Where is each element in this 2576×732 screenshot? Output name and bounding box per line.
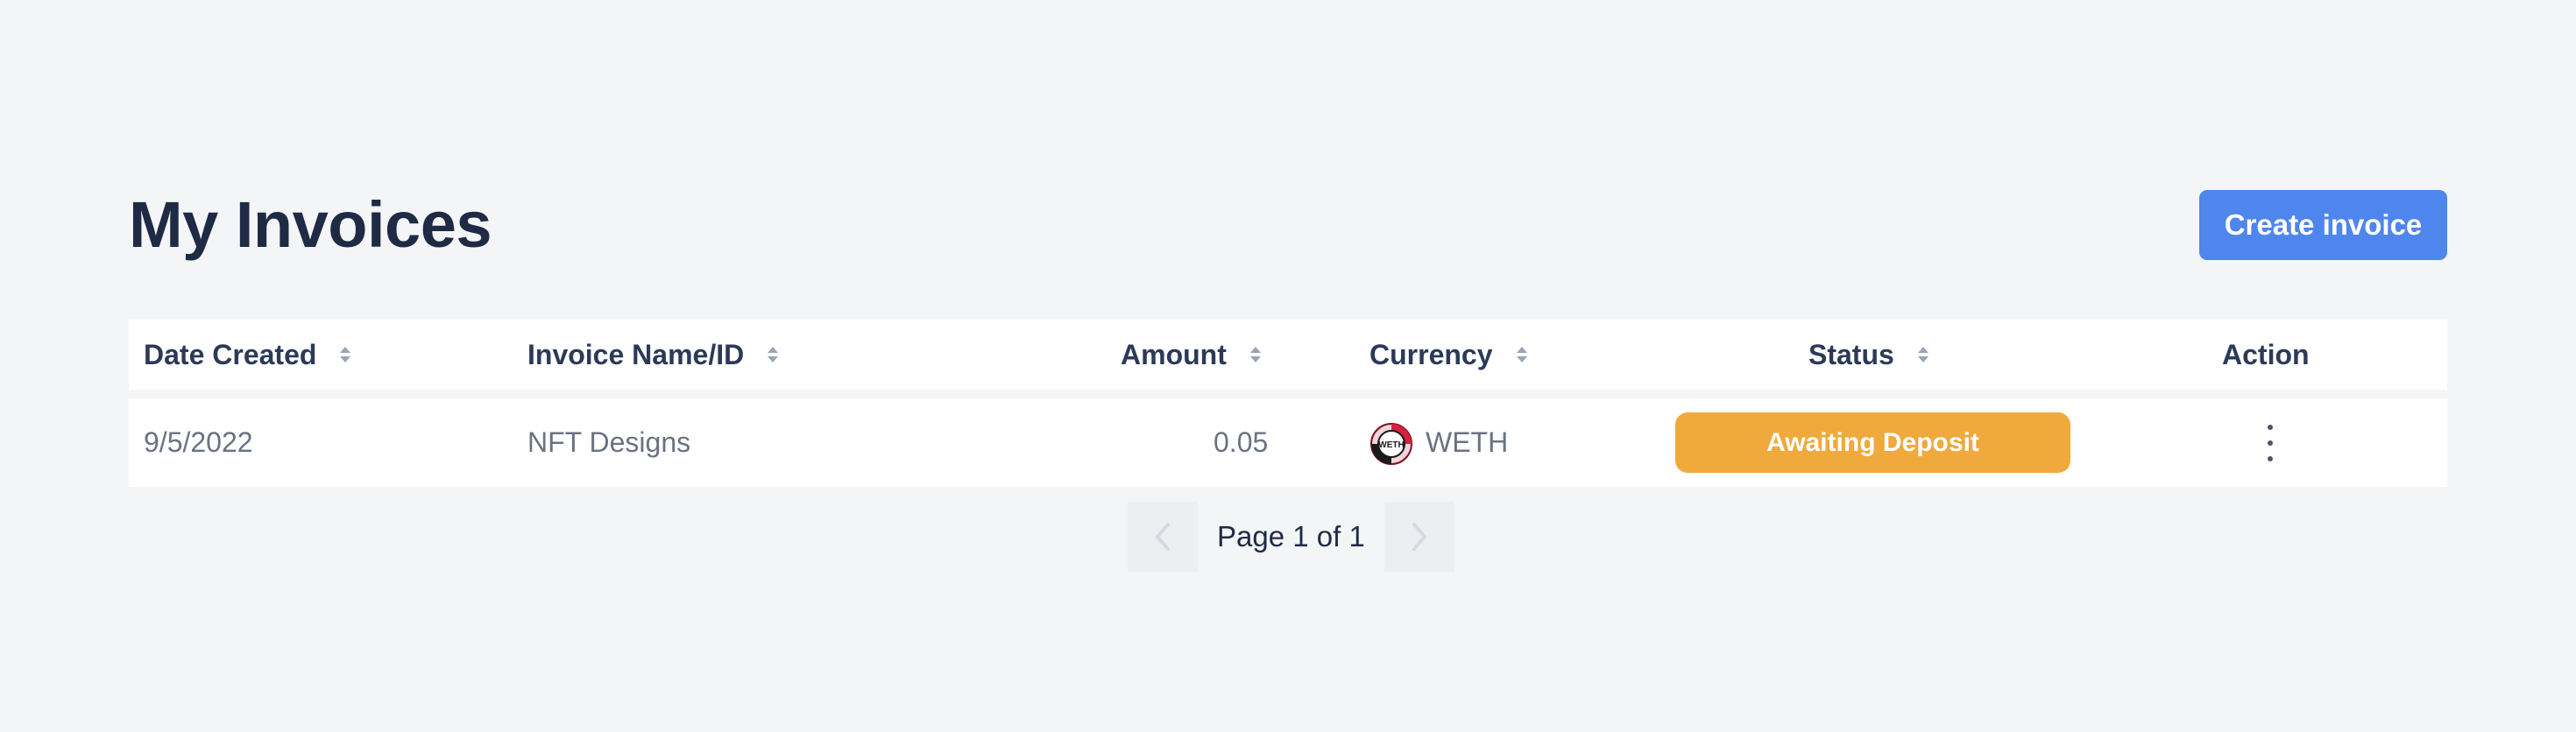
cell-date: 9/5/2022: [144, 426, 253, 458]
sort-icon[interactable]: [1516, 345, 1528, 364]
page-header: My Invoices Create invoice: [129, 188, 2447, 261]
chevron-left-icon: [1156, 523, 1170, 551]
column-label: Action: [2222, 339, 2310, 370]
column-currency[interactable]: Currency: [1369, 320, 1528, 390]
column-label: Amount: [1121, 339, 1227, 370]
column-action: Action: [2222, 320, 2310, 390]
page-title: My Invoices: [129, 188, 492, 261]
page-indicator: Page 1 of 1: [1217, 520, 1365, 553]
sort-icon[interactable]: [1917, 345, 1929, 364]
table-row[interactable]: 9/5/2022 NFT Designs 0.05 WETH WETH Awai…: [129, 398, 2447, 487]
weth-logo-text: WETH: [1378, 440, 1404, 450]
column-label: Date Created: [144, 339, 317, 370]
column-amount[interactable]: Amount: [1121, 320, 1262, 390]
more-vertical-icon[interactable]: [2254, 425, 2286, 461]
sort-icon[interactable]: [767, 345, 779, 364]
pagination: Page 1 of 1: [1128, 502, 1454, 572]
cell-invoice-name: NFT Designs: [527, 426, 691, 458]
status-badge: Awaiting Deposit: [1675, 412, 2070, 473]
table-header: Date Created Invoice Name/ID Amount Curr…: [129, 320, 2447, 390]
create-invoice-button[interactable]: Create invoice: [2199, 190, 2447, 260]
column-status[interactable]: Status: [1808, 320, 1929, 390]
column-invoice-name[interactable]: Invoice Name/ID: [527, 320, 779, 390]
sort-icon[interactable]: [339, 345, 351, 364]
chevron-right-icon: [1412, 523, 1426, 551]
cell-amount: 0.05: [1214, 426, 1269, 458]
column-label: Status: [1808, 339, 1894, 370]
next-page-button[interactable]: [1384, 502, 1454, 572]
sort-icon[interactable]: [1249, 345, 1262, 364]
cell-currency: WETH: [1426, 426, 1509, 458]
prev-page-button[interactable]: [1128, 502, 1198, 572]
column-label: Currency: [1369, 339, 1493, 370]
weth-logo-icon: WETH: [1369, 422, 1413, 466]
column-date-created[interactable]: Date Created: [144, 320, 351, 390]
column-label: Invoice Name/ID: [527, 339, 745, 370]
